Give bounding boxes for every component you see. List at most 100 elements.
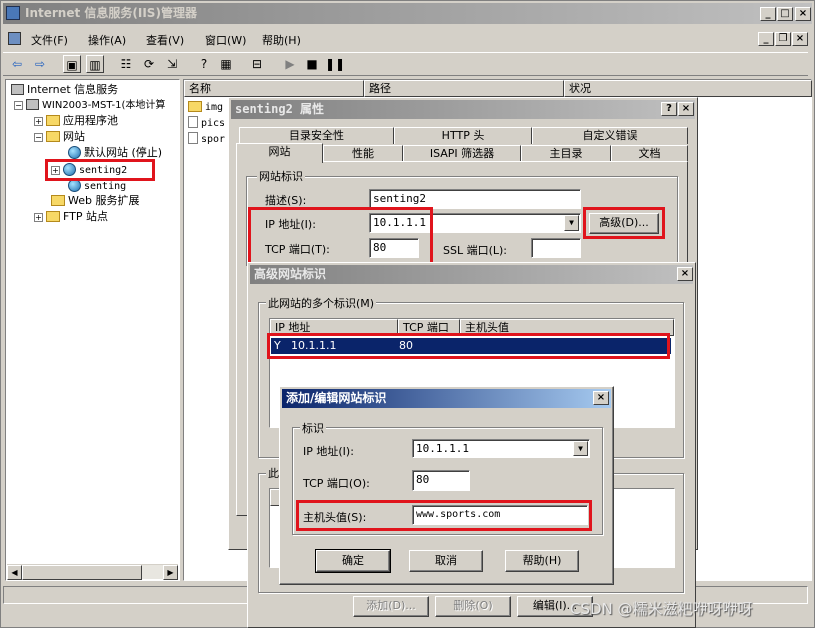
column-status[interactable]: 状况 [564,80,812,97]
close-button[interactable]: × [795,7,811,21]
tab-website[interactable]: 网站 [236,143,323,163]
tree-site-senting2[interactable]: + senting2 [51,162,127,178]
scroll-thumb[interactable] [22,565,142,580]
ip-address-dropdown[interactable]: 10.1.1.1 ▼ [369,213,581,233]
tree-pane[interactable]: Internet 信息服务 − WIN2003-MST-1(本地计算 + 应用程序池… [5,79,180,581]
toolbar: ⇦ ⇨ ▣ ▥ ☷ ⟳ ⇲ ? ▦ ⊟ ▶ ■ ❚❚ [3,52,808,76]
edit-tcp-label: TCP 端口(O): [303,477,370,490]
tree-default-site[interactable]: 默认网站 (停止) [68,145,162,161]
scroll-right-icon[interactable]: ▶ [163,565,178,580]
edit-identity-dialog: 添加/编辑网站标识 × 标识 IP 地址(I): 10.1.1.1 ▼ TCP … [279,386,614,585]
forward-arrow-icon[interactable]: ⇨ [31,55,49,73]
cancel-button[interactable]: 取消 [409,550,483,572]
export-icon[interactable]: ⇲ [163,55,181,73]
advanced-close-button[interactable]: × [677,267,693,281]
edit-ip-label: IP 地址(I): [303,445,354,458]
tree-ftp[interactable]: + FTP 站点 [34,209,108,225]
list-item[interactable]: img [188,99,223,115]
iis-app-icon [6,6,20,20]
host-header-label: 主机头值(S): [303,511,367,524]
back-arrow-icon[interactable]: ⇦ [8,55,26,73]
table-row[interactable]: Y 10.1.1.1 80 [271,338,671,354]
mdi-restore-button[interactable]: ❐ [775,32,791,46]
tree-websites[interactable]: − 网站 [34,129,85,145]
properties-help-button[interactable]: ? [661,102,677,116]
tab-directory-security[interactable]: 目录安全性 [239,127,394,144]
advanced-title-bar[interactable]: 高级网站标识 [250,265,693,284]
tree-app-pool[interactable]: + 应用程序池 [34,113,118,129]
properties-icon[interactable]: ☷ [117,55,135,73]
edit-tcp-field[interactable]: 80 [412,470,470,491]
tab-isapi-filters[interactable]: ISAPI 筛选器 [403,145,521,162]
list-item[interactable]: pics [188,115,225,131]
row-ip: 10.1.1.1 [291,339,337,352]
column-ip[interactable]: IP 地址 [270,319,398,336]
tree-server[interactable]: − WIN2003-MST-1(本地计算 [14,97,165,113]
tree-hscrollbar[interactable]: ◀ ▶ [7,564,178,580]
server-icon [26,99,39,110]
menu-file[interactable]: 文件(F) [31,32,68,48]
expand-icon[interactable]: + [34,213,43,222]
tab-http-headers[interactable]: HTTP 头 [394,127,532,144]
tab-documents[interactable]: 文档 [611,145,688,162]
add-button[interactable]: 添加(D)... [353,596,429,617]
stop-icon[interactable]: ■ [303,55,321,73]
show-tree-icon[interactable]: ▥ [86,55,104,73]
column-host-header[interactable]: 主机头值 [460,319,674,336]
collapse-icon[interactable]: − [14,101,23,110]
pause-icon[interactable]: ❚❚ [325,55,345,73]
host-header-field[interactable]: www.sports.com [412,505,588,525]
tree-root[interactable]: Internet 信息服务 [11,82,118,98]
mdi-minimize-button[interactable]: _ [758,32,774,46]
description-field[interactable]: senting2 [369,189,581,209]
main-title-bar[interactable]: Internet 信息服务(IIS)管理器 [3,3,812,24]
expand-icon[interactable]: + [34,117,43,126]
column-path[interactable]: 路径 [364,80,564,97]
advanced-button[interactable]: 高级(D)... [589,213,659,234]
multiple-id-group-title: 此网站的多个标识(M) [266,295,377,311]
mdi-close-button[interactable]: × [792,32,808,46]
menu-help[interactable]: 帮助(H) [262,32,301,48]
scroll-left-icon[interactable]: ◀ [7,565,22,580]
edit-ip-dropdown[interactable]: 10.1.1.1 ▼ [412,439,590,458]
tab-performance[interactable]: 性能 [323,145,403,162]
computer-icon[interactable]: ⊟ [248,55,266,73]
menu-action[interactable]: 操作(A) [88,32,126,48]
tab-custom-errors[interactable]: 自定义错误 [532,127,688,144]
menu-window[interactable]: 窗口(W) [205,32,246,48]
iis-icon [11,84,24,95]
remove-button[interactable]: 删除(O) [435,596,511,617]
edit-title-bar[interactable]: 添加/编辑网站标识 [282,389,611,408]
tree-web-ext-label: Web 服务扩展 [68,194,140,207]
help-button[interactable]: 帮助(H) [505,550,579,572]
tree-site-senting[interactable]: senting [68,178,126,194]
ok-button[interactable]: 确定 [315,549,391,573]
tree-ftp-label: FTP 站点 [63,210,108,223]
chevron-down-icon[interactable]: ▼ [573,441,588,456]
ssl-port-field[interactable] [531,238,581,258]
tab-home-directory[interactable]: 主目录 [521,145,611,162]
tcp-port-field[interactable]: 80 [369,238,419,258]
collapse-icon[interactable]: − [34,133,43,142]
up-folder-icon[interactable]: ▣ [63,55,81,73]
help-icon[interactable]: ? [195,55,213,73]
folder-icon [188,101,202,112]
properties-title-bar[interactable]: senting2 属性 [231,100,695,119]
maximize-button[interactable]: □ [777,7,793,21]
tree-web-ext[interactable]: Web 服务扩展 [51,193,139,209]
column-tcp-port[interactable]: TCP 端口 [398,319,460,336]
document-icon [188,116,198,128]
start-icon[interactable]: ▶ [281,55,299,73]
menu-view[interactable]: 查看(V) [146,32,184,48]
list-item[interactable]: spor [188,131,225,147]
expand-icon[interactable]: + [51,166,60,175]
refresh-icon[interactable]: ⟳ [140,55,158,73]
chevron-down-icon[interactable]: ▼ [564,215,579,231]
properties-close-button[interactable]: × [678,102,694,116]
mmc-grid-icon[interactable]: ▦ [217,55,235,73]
advanced-title: 高级网站标识 [254,267,327,281]
column-name[interactable]: 名称 [184,80,364,97]
website-globe-icon [68,179,81,192]
edit-close-button[interactable]: × [593,391,609,405]
minimize-button[interactable]: _ [760,7,776,21]
